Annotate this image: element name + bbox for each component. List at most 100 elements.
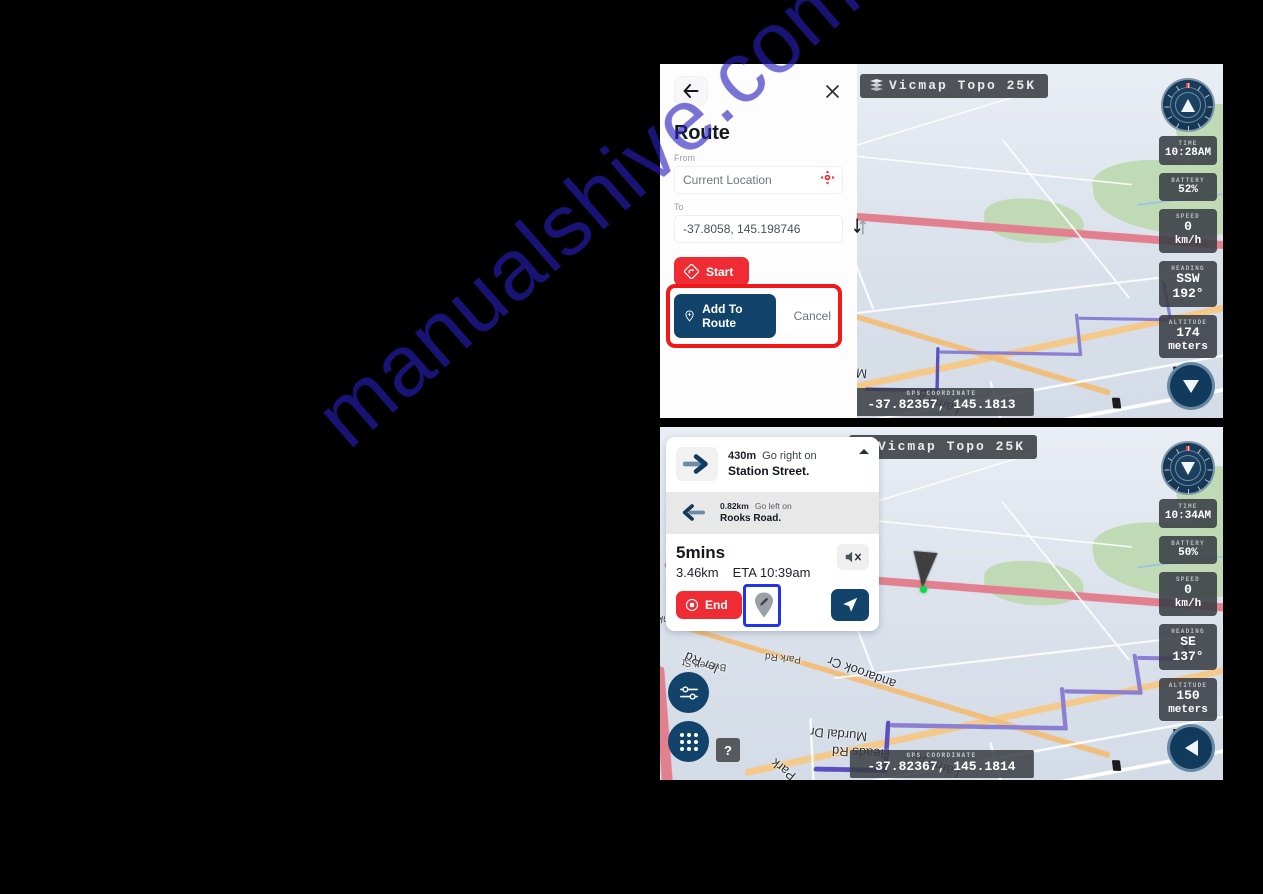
- crosshair-move-icon[interactable]: [820, 170, 835, 190]
- apps-grid-button[interactable]: [668, 721, 709, 762]
- sidebar-header: [674, 76, 843, 106]
- gps-label: GPS COORDINATE: [867, 390, 1015, 397]
- nav-distance: 430m: [728, 450, 756, 462]
- nav-distance: 0.82km: [720, 501, 749, 511]
- close-icon: [825, 84, 840, 99]
- action-row: Add To Route Cancel: [674, 294, 843, 338]
- nav-action: Go left on: [755, 501, 792, 511]
- compass-tick: [1188, 83, 1189, 88]
- back-button[interactable]: [674, 76, 708, 106]
- hud-unit: meters: [1161, 341, 1215, 354]
- summary-buttons: End: [676, 589, 869, 621]
- hud-unit: meters: [1161, 704, 1215, 717]
- to-row: -37.8058, 145.198746: [674, 215, 843, 243]
- gps-value: -37.82357, 145.1813: [867, 397, 1015, 412]
- add-to-route-label: Add To Route: [702, 302, 760, 330]
- gps-value: -37.82367, 145.1814: [867, 759, 1015, 774]
- close-button[interactable]: [821, 80, 843, 102]
- from-value: Current Location: [683, 173, 772, 187]
- route-sign-icon: [684, 264, 699, 279]
- trip-distance: 3.46km: [676, 565, 719, 580]
- nav-step-next[interactable]: 0.82km Go left on Rooks Road.: [666, 492, 879, 534]
- map-recenter-button-1[interactable]: [1167, 362, 1215, 410]
- compass-tick: [1198, 123, 1201, 128]
- nav-step-text: 0.82km Go left on Rooks Road.: [720, 501, 792, 524]
- hud-speed: SPEED 0 km/h: [1159, 209, 1217, 253]
- map-layer-title-1[interactable]: Vicmap Topo 25K: [860, 74, 1048, 98]
- hud-value: 150: [1161, 689, 1215, 704]
- hud-value: SSW: [1161, 272, 1215, 287]
- route-planning-screenshot: Burnett St Murdal Dr Larne Av Park Rd Pa…: [660, 64, 1223, 418]
- compass-dial-1[interactable]: [1161, 78, 1215, 132]
- hud-altitude: ALTITUDE 150 meters: [1159, 678, 1217, 722]
- hud-label: BATTERY: [1161, 540, 1215, 547]
- hud-value: 0: [1161, 220, 1215, 235]
- from-label: From: [674, 153, 843, 163]
- cursor-triangle-icon: [1185, 740, 1198, 756]
- hud-value: 0: [1161, 583, 1215, 598]
- map-settings-button[interactable]: [668, 672, 709, 713]
- add-to-route-wrapper: Add To Route: [674, 294, 776, 338]
- sliders-icon: [679, 684, 699, 702]
- compass-tick: [1188, 126, 1189, 131]
- to-value: -37.8058, 145.198746: [683, 222, 800, 236]
- chevron-up-icon[interactable]: [859, 449, 869, 454]
- hud-heading: HEADING SE 137°: [1159, 624, 1217, 670]
- hud-battery: BATTERY 52%: [1159, 173, 1217, 202]
- compass-tick: [1165, 107, 1170, 108]
- navigate-arrow-icon: [841, 596, 859, 614]
- compass-dial-2[interactable]: [1161, 441, 1215, 495]
- navigate-button[interactable]: [831, 589, 869, 621]
- edit-waypoint-button[interactable]: [752, 590, 776, 620]
- nav-step-current[interactable]: 430m Go right on Station Street.: [666, 437, 879, 492]
- end-label: End: [705, 598, 728, 612]
- to-field[interactable]: -37.8058, 145.198746: [674, 215, 843, 243]
- hud-heading: HEADING SSW 192°: [1159, 261, 1217, 307]
- hud-battery: BATTERY 50%: [1159, 536, 1217, 565]
- blue-highlight-annotation: [743, 584, 781, 627]
- position-cone-marker: [910, 551, 937, 589]
- hud-unit: km/h: [1161, 598, 1215, 611]
- compass-tick: [1205, 458, 1210, 461]
- gps-label: GPS COORDINATE: [867, 752, 1015, 759]
- hud-altitude: ALTITUDE 174 meters: [1159, 315, 1217, 359]
- navigation-card: 430m Go right on Station Street. 0.82km …: [666, 437, 879, 631]
- nav-action: Go right on: [762, 450, 816, 462]
- hud-time: TIME 10:34AM: [1159, 499, 1217, 528]
- compass-hub: [1175, 455, 1201, 481]
- hud-value: 10:28AM: [1161, 147, 1215, 160]
- speaker-muted-icon: [844, 550, 862, 564]
- map-recenter-button-2[interactable]: [1167, 724, 1215, 772]
- cancel-button[interactable]: Cancel: [782, 301, 843, 331]
- cursor-triangle-icon: [1183, 380, 1199, 393]
- swap-direction-icon[interactable]: [853, 218, 867, 240]
- hud-value: 174: [1161, 326, 1215, 341]
- nav-street: Station Street.: [728, 464, 817, 478]
- compass-tick: [1188, 489, 1189, 494]
- hud-unit: 192°: [1161, 287, 1215, 302]
- compass-tick: [1188, 446, 1189, 451]
- route-sidebar: Route From Current Location To -37.8058,…: [660, 64, 857, 418]
- nav-street: Rooks Road.: [720, 513, 792, 524]
- stop-circle-icon: [685, 598, 699, 612]
- hud-label: TIME: [1161, 503, 1215, 510]
- arrow-left-icon: [683, 84, 699, 98]
- mute-voice-button[interactable]: [837, 544, 869, 570]
- from-field[interactable]: Current Location: [674, 166, 843, 194]
- compass-tick: [1176, 486, 1179, 491]
- end-navigation-button[interactable]: End: [676, 591, 742, 619]
- help-button[interactable]: ?: [716, 738, 740, 762]
- compass-tick: [1198, 486, 1201, 491]
- nav-step-text: 430m Go right on Station Street.: [728, 450, 817, 478]
- hud-time: TIME 10:28AM: [1159, 136, 1217, 165]
- add-to-route-button[interactable]: Add To Route: [674, 294, 776, 338]
- gps-coordinate-bar-1: GPS COORDINATE -37.82357, 145.1813: [849, 388, 1033, 416]
- hud-value: SE: [1161, 635, 1215, 650]
- start-button[interactable]: Start: [674, 257, 749, 286]
- to-label: To: [674, 202, 843, 212]
- compass-tick: [1208, 470, 1213, 471]
- hud-label: TIME: [1161, 140, 1215, 147]
- turn-left-icon: [676, 499, 710, 525]
- compass-tick: [1165, 470, 1170, 471]
- active-navigation-screenshot: Burnett St Murdal Dr Larne Av Park Rd Pa…: [660, 427, 1223, 780]
